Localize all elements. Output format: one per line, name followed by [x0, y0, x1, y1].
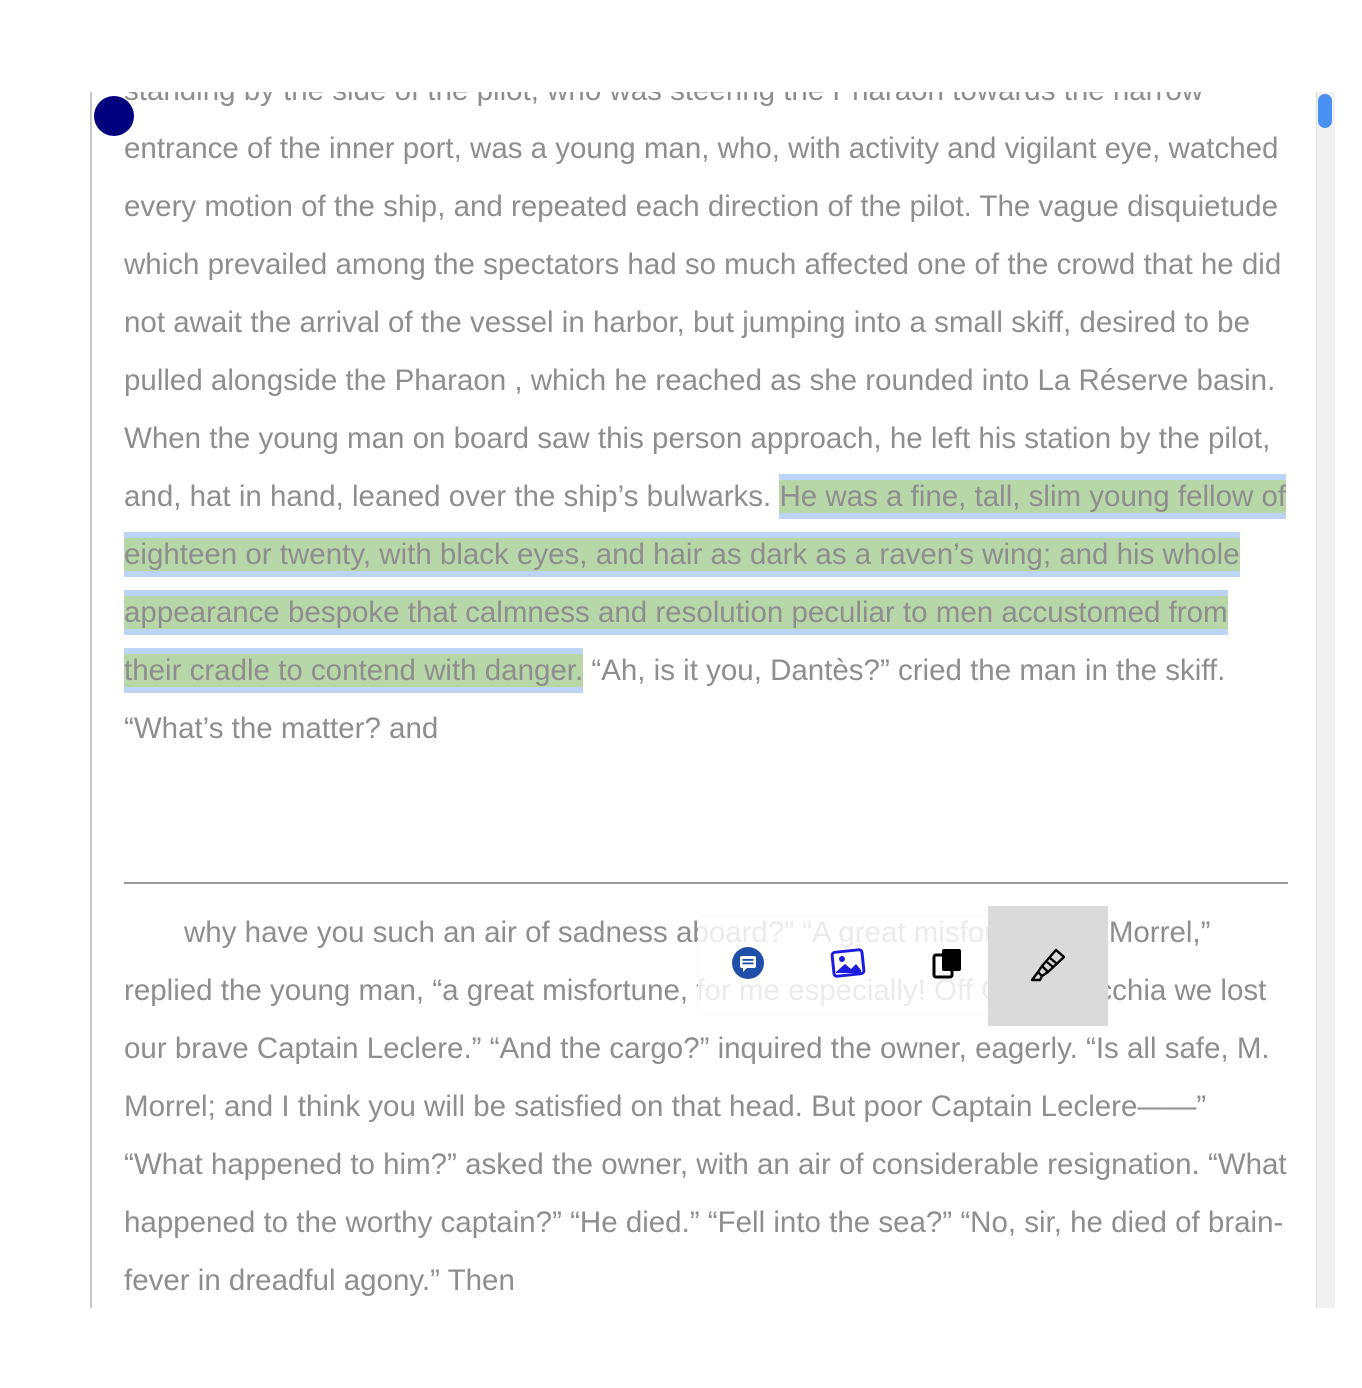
note-icon	[731, 946, 765, 985]
copy-icon	[931, 946, 965, 985]
image-icon	[830, 946, 866, 985]
page-one-text[interactable]: standing by the side of the pilot, who w…	[124, 92, 1288, 758]
scrollbar-thumb[interactable]	[1318, 94, 1332, 128]
copy-button[interactable]	[898, 916, 998, 1014]
share-image-button[interactable]	[798, 916, 898, 1014]
highlight-button[interactable]	[988, 906, 1108, 1026]
highlighter-icon	[1026, 942, 1070, 991]
add-note-button[interactable]	[698, 916, 798, 1014]
scrollbar-track[interactable]	[1316, 92, 1335, 1308]
reader-view[interactable]: standing by the side of the pilot, who w…	[90, 92, 1320, 1308]
page-one-text-before: standing by the side of the pilot, who w…	[124, 92, 1282, 513]
selection-toolbar	[698, 916, 988, 1014]
selection-handle[interactable]	[94, 96, 134, 136]
page-divider	[124, 882, 1288, 884]
